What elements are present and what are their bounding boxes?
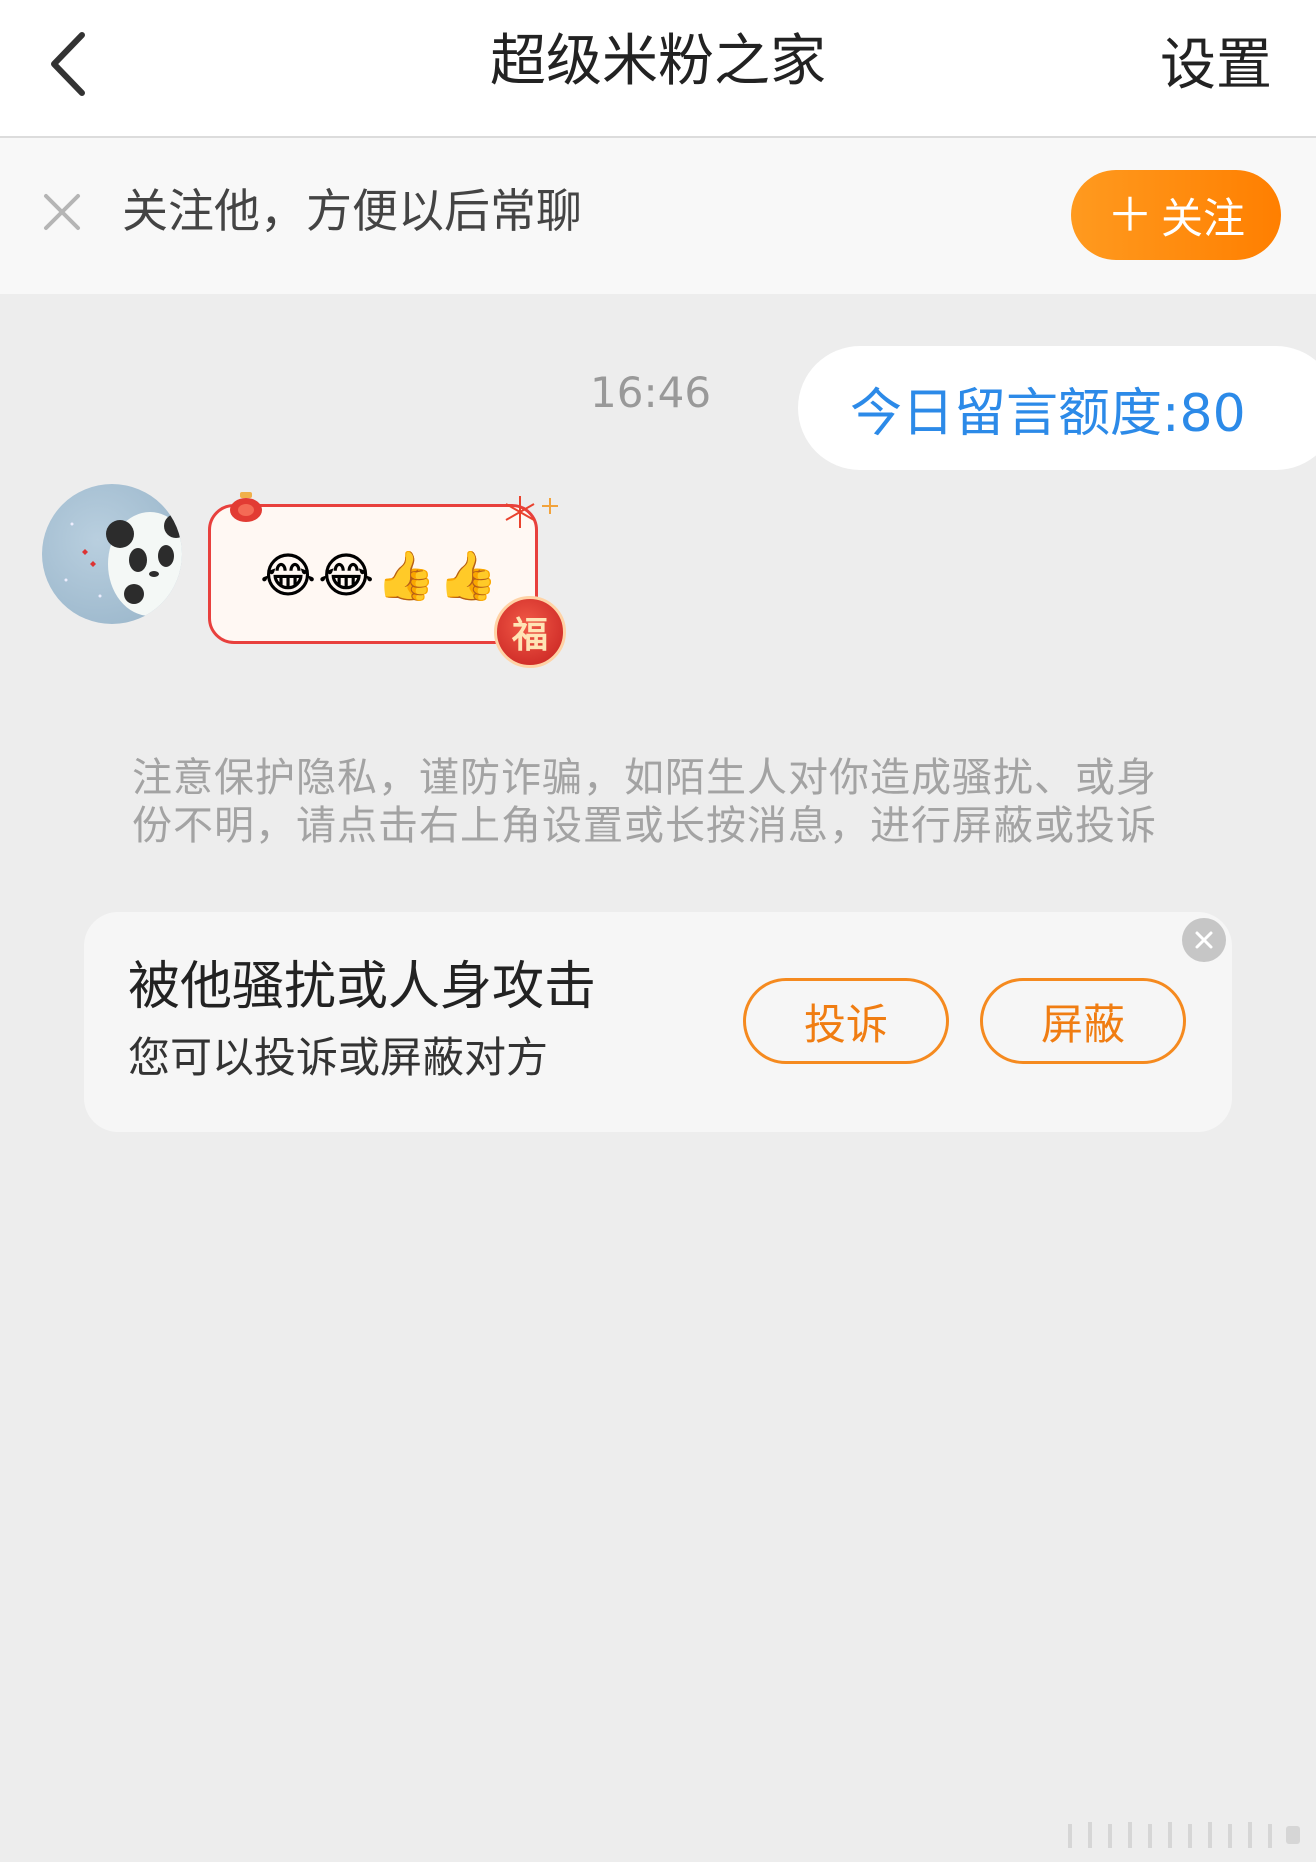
- block-button[interactable]: 屏蔽: [980, 978, 1186, 1064]
- report-block-card: 被他骚扰或人身攻击 您可以投诉或屏蔽对方 投诉 屏蔽: [84, 912, 1232, 1132]
- lantern-decoration-icon: [230, 492, 262, 522]
- top-bar: 超级米粉之家 设置: [0, 0, 1316, 138]
- follow-button[interactable]: ＋ 关注: [1071, 170, 1281, 260]
- dismiss-card-button[interactable]: [1182, 918, 1226, 962]
- plus-icon: ＋: [1106, 188, 1153, 242]
- thumbs-up-emoji: 👍: [437, 548, 498, 604]
- outgoing-message-bubble[interactable]: 今日留言额度:80: [798, 346, 1316, 470]
- message-timestamp: 16:46: [590, 368, 712, 417]
- privacy-notice: 注意保护隐私，谨防诈骗，如陌生人对你造成骚扰、或身份不明，请点击右上角设置或长按…: [132, 755, 1157, 849]
- close-icon[interactable]: [40, 190, 84, 234]
- avatar[interactable]: [42, 484, 182, 624]
- laughing-crying-emoji: 😂: [318, 548, 375, 604]
- outgoing-message-text: 今日留言额度:80: [850, 383, 1246, 444]
- follow-suggestion-bar: 关注他，方便以后常聊 ＋ 关注: [0, 138, 1316, 294]
- follow-prompt-text: 关注他，方便以后常聊: [122, 184, 582, 238]
- report-card-title: 被他骚扰或人身攻击: [128, 957, 597, 1017]
- settings-button[interactable]: 设置: [1160, 26, 1272, 106]
- follow-button-label: 关注: [1160, 193, 1245, 243]
- report-card-subtitle: 您可以投诉或屏蔽对方: [128, 1033, 549, 1082]
- close-icon: [1195, 931, 1213, 949]
- laughing-crying-emoji: 😂: [260, 548, 317, 604]
- thumbs-up-emoji: 👍: [376, 548, 436, 604]
- report-button[interactable]: 投诉: [743, 978, 949, 1064]
- page-title: 超级米粉之家: [490, 29, 826, 94]
- incoming-message-bubble[interactable]: 😂 😂 👍 👍 福: [198, 490, 574, 668]
- fu-badge-icon: 福: [494, 596, 566, 668]
- sticker-emoji-row: 😂 😂 👍 👍: [260, 546, 498, 606]
- watermark-icon: [1068, 1822, 1300, 1848]
- firework-decoration-icon: [505, 496, 558, 528]
- panda-avatar-icon: [64, 512, 182, 616]
